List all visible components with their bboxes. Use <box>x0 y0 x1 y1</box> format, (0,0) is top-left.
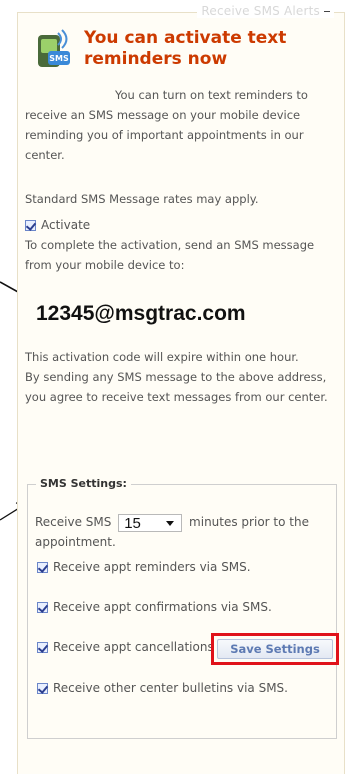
checkbox-checked-icon[interactable] <box>37 682 48 694</box>
sms-address: 12345@msgtrac.com <box>36 302 246 325</box>
option-bulletins[interactable]: Receive other center bulletins via SMS. <box>37 681 288 695</box>
checkbox-checked-icon[interactable] <box>37 561 48 573</box>
save-button-highlight: Save Settings <box>211 633 339 665</box>
expiry-text: This activation code will expire within … <box>25 347 339 407</box>
expiry-line: This activation code will expire within … <box>25 350 299 364</box>
intro-text: You can turn on text reminders to receiv… <box>25 88 308 162</box>
sms-settings-legend: SMS Settings: <box>36 477 131 490</box>
option-confirmations[interactable]: Receive appt confirmations via SMS. <box>37 600 272 614</box>
activate-checkbox[interactable]: Activate <box>25 218 90 232</box>
reminder-lead-time: Receive SMS 15 minutes prior to the appo… <box>35 512 335 552</box>
headline: You can activate text reminders now <box>84 28 287 69</box>
checkbox-checked-icon[interactable] <box>37 641 48 653</box>
minutes-select[interactable]: 15 <box>118 513 183 532</box>
checkbox-checked-icon[interactable] <box>25 219 36 231</box>
panel-header: SMS You can activate text reminders now <box>34 27 334 75</box>
consent-line: By sending any SMS message to the above … <box>25 370 328 404</box>
minutes-value: 15 <box>124 514 141 532</box>
option-reminders[interactable]: Receive appt reminders via SMS. <box>37 560 251 574</box>
svg-text:SMS: SMS <box>49 54 69 63</box>
prior-before-label: Receive SMS <box>35 515 112 529</box>
panel-legend: Receive SMS Alerts <box>197 4 334 18</box>
activate-label: Activate <box>41 218 91 232</box>
option-label: Receive appt confirmations via SMS. <box>53 600 272 614</box>
sms-settings-fieldset: SMS Settings: Receive SMS 15 minutes pri… <box>27 477 337 739</box>
sms-phone-icon: SMS <box>38 29 70 67</box>
checkbox-checked-icon[interactable] <box>37 601 48 613</box>
rates-text: Standard SMS Message rates may apply. <box>25 192 259 206</box>
save-settings-button[interactable]: Save Settings <box>217 639 333 659</box>
option-label: Receive other center bulletins via SMS. <box>53 681 288 695</box>
chevron-down-icon[interactable] <box>166 520 175 526</box>
option-label: Receive appt reminders via SMS. <box>53 560 251 574</box>
sms-alerts-panel: Receive SMS Alerts SMS You can activate … <box>17 4 345 774</box>
instructions-text: To complete the activation, send an SMS … <box>25 238 315 272</box>
